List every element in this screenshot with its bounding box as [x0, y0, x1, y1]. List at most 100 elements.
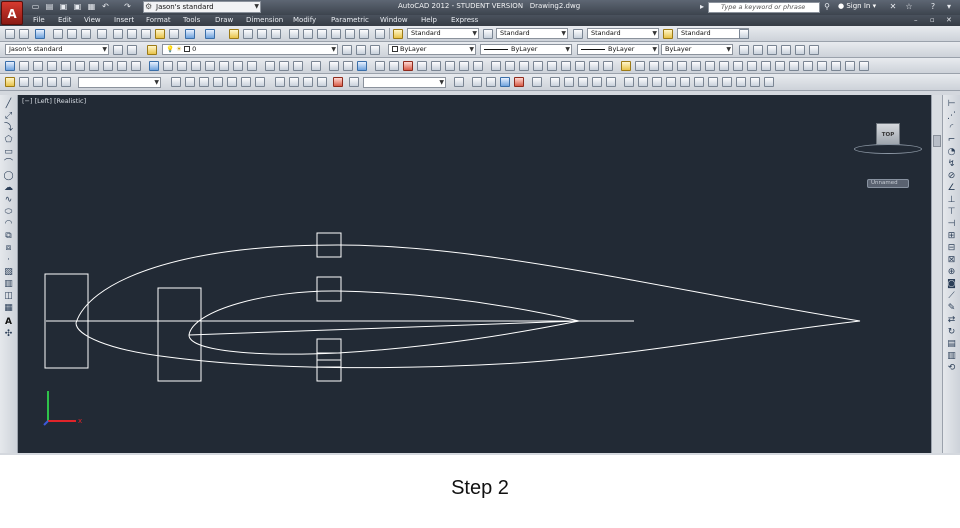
- menu-express[interactable]: Express: [451, 16, 478, 24]
- save-as-icon[interactable]: ▣: [72, 2, 83, 12]
- radius-dim-icon[interactable]: ◔: [946, 147, 957, 157]
- polygon-icon[interactable]: ⬠: [3, 135, 14, 145]
- dim-style-icon[interactable]: ▤: [946, 339, 957, 349]
- layer-properties-icon[interactable]: [147, 45, 157, 55]
- save-icon[interactable]: [35, 29, 45, 39]
- gear-icon[interactable]: [113, 45, 123, 55]
- help-icon[interactable]: [375, 29, 385, 39]
- diameter-dim-icon[interactable]: ⊘: [946, 171, 957, 181]
- angular-dim-icon[interactable]: ∠: [946, 183, 957, 193]
- convert-icon[interactable]: [603, 61, 613, 71]
- sun-icon[interactable]: [486, 77, 496, 87]
- continue-icon[interactable]: [764, 77, 774, 87]
- continue-dim-icon[interactable]: ⊣: [946, 219, 957, 229]
- view-top-icon[interactable]: [171, 77, 181, 87]
- visual-realistic-icon[interactable]: [317, 77, 327, 87]
- properties-icon[interactable]: [289, 29, 299, 39]
- arc-length-icon[interactable]: [652, 77, 662, 87]
- named-views-menu[interactable]: Unnamed: [867, 179, 909, 188]
- markup-icon[interactable]: [345, 29, 355, 39]
- mleader-style-icon[interactable]: [663, 29, 673, 39]
- undo-icon[interactable]: [185, 29, 195, 39]
- text-style-select[interactable]: Standard ▼: [407, 28, 479, 39]
- view-icon[interactable]: [357, 61, 367, 71]
- drawing-canvas[interactable]: x [−] [Left] [Realistic] TOP Unnamed: [18, 95, 942, 453]
- dimtedit-icon[interactable]: ⇄: [946, 315, 957, 325]
- orbit-icon[interactable]: [375, 61, 385, 71]
- expand-icon[interactable]: ▸: [697, 2, 707, 12]
- match-properties-icon[interactable]: [155, 29, 165, 39]
- open-icon[interactable]: ▤: [44, 2, 55, 12]
- materials-icon[interactable]: [349, 77, 359, 87]
- table-style-select[interactable]: Standard ▼: [587, 28, 659, 39]
- plotstyle-select[interactable]: ByLayer ▼: [661, 44, 733, 55]
- scrollbar-thumb[interactable]: [933, 135, 941, 147]
- workspace-select[interactable]: Jason's standard ▼: [5, 44, 109, 55]
- continue-dim-icon[interactable]: [719, 61, 729, 71]
- mtext-icon[interactable]: A: [3, 317, 14, 327]
- menu-parametric[interactable]: Parametric: [331, 16, 369, 24]
- distance-icon[interactable]: [550, 77, 560, 87]
- zoom-extents-icon[interactable]: [61, 77, 71, 87]
- point-icon[interactable]: ·: [3, 255, 14, 265]
- radius-icon[interactable]: [564, 77, 574, 87]
- table-style-icon[interactable]: [573, 29, 583, 39]
- aligned-dim-icon[interactable]: ⋰: [946, 111, 957, 121]
- dim-update-icon[interactable]: [831, 61, 841, 71]
- loft-icon[interactable]: [191, 61, 201, 71]
- help-icon[interactable]: ?: [928, 2, 938, 12]
- center-mark-icon[interactable]: ⊕: [946, 267, 957, 277]
- radius-dim-icon[interactable]: [663, 61, 673, 71]
- pan-icon[interactable]: [5, 77, 15, 87]
- diameter-icon[interactable]: [708, 77, 718, 87]
- table-icon[interactable]: ▦: [3, 303, 14, 313]
- workspace-selector[interactable]: ⚙ Jason's standard ▼: [143, 1, 261, 13]
- jogged-icon[interactable]: [789, 61, 799, 71]
- customize-icon[interactable]: [127, 45, 137, 55]
- dimedit-icon[interactable]: ✎: [946, 303, 957, 313]
- model-space[interactable]: x: [18, 95, 942, 453]
- view-left-icon[interactable]: [199, 77, 209, 87]
- ordinate-dim-icon[interactable]: [691, 61, 701, 71]
- 3d-rotate-icon[interactable]: [265, 61, 275, 71]
- dim-space-icon[interactable]: ⊞: [946, 231, 957, 241]
- make-current-layer-icon[interactable]: [342, 45, 352, 55]
- paste-icon[interactable]: [141, 29, 151, 39]
- view-bottom-icon[interactable]: [185, 77, 195, 87]
- fly-icon[interactable]: [431, 61, 441, 71]
- cut-icon[interactable]: [113, 29, 123, 39]
- vertical-scrollbar[interactable]: [931, 95, 942, 453]
- plot-preview-icon[interactable]: [67, 29, 77, 39]
- menu-format[interactable]: Format: [146, 16, 171, 24]
- dim-style-select[interactable]: Standard ▼: [496, 28, 568, 39]
- baseline-icon[interactable]: [750, 77, 760, 87]
- center-mark-icon[interactable]: [775, 61, 785, 71]
- visual-hidden-icon[interactable]: [289, 77, 299, 87]
- menu-window[interactable]: Window: [380, 16, 408, 24]
- extract-edges-icon[interactable]: [589, 61, 599, 71]
- osnap-icon[interactable]: [454, 77, 464, 87]
- ellipse-arc-icon[interactable]: ◠: [3, 219, 14, 229]
- zoom-window-icon[interactable]: [33, 77, 43, 87]
- menu-modify[interactable]: Modify: [293, 16, 316, 24]
- presspull-icon[interactable]: [149, 61, 159, 71]
- angle-icon[interactable]: [578, 77, 588, 87]
- star-icon[interactable]: ☆: [904, 2, 914, 12]
- minimize-button[interactable]: –: [914, 16, 918, 24]
- walk-icon[interactable]: [417, 61, 427, 71]
- design-center-icon[interactable]: [303, 29, 313, 39]
- menu-insert[interactable]: Insert: [114, 16, 134, 24]
- copy-icon[interactable]: [127, 29, 137, 39]
- shell-icon[interactable]: [491, 61, 501, 71]
- 3d-move-icon[interactable]: [247, 61, 257, 71]
- gradient-icon[interactable]: ▥: [3, 279, 14, 289]
- view-front-icon[interactable]: [227, 77, 237, 87]
- render-icon[interactable]: [333, 77, 343, 87]
- make-block-icon[interactable]: ⧈: [3, 243, 14, 253]
- sweep-icon[interactable]: [163, 61, 173, 71]
- dimtedit-icon[interactable]: [817, 61, 827, 71]
- check-icon[interactable]: [575, 61, 585, 71]
- aligned-dim-icon[interactable]: [638, 77, 648, 87]
- spline-icon[interactable]: ∿: [3, 195, 14, 205]
- sheet-set-icon[interactable]: [331, 29, 341, 39]
